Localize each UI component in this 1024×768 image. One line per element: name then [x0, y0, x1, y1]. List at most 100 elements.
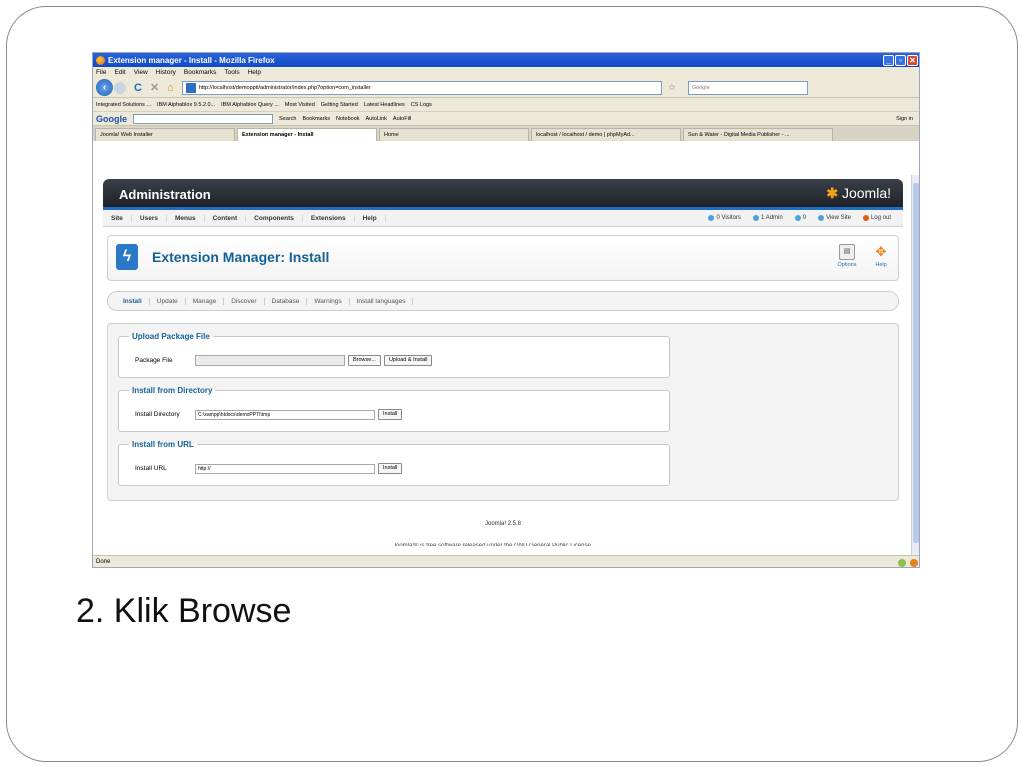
options-button[interactable]: ▤ Options: [832, 244, 862, 268]
admin-menu-content[interactable]: Content: [205, 214, 247, 222]
status-text: Done: [96, 559, 111, 565]
installer-subnav: Install Update Manage Discover Database …: [107, 291, 899, 311]
messages-count[interactable]: 0: [794, 214, 812, 221]
menu-help[interactable]: Help: [248, 69, 261, 76]
google-toolbar: Google Search Bookmarks Notebook AutoLin…: [93, 112, 919, 126]
menu-tools[interactable]: Tools: [224, 69, 239, 76]
directory-legend: Install from Directory: [132, 386, 213, 395]
menu-view[interactable]: View: [134, 69, 148, 76]
page-viewport: Administration ✱ Joomla! Site Users Menu…: [93, 175, 913, 555]
scrollbar-thumb[interactable]: [913, 183, 919, 543]
url-text: http://localhost/demoppti/administrator/…: [198, 84, 371, 91]
admin-menu-extensions[interactable]: Extensions: [303, 214, 355, 222]
google-search-button[interactable]: Search: [279, 116, 296, 122]
admin-menu: Site Users Menus Content Components Exte…: [103, 210, 903, 227]
admin-menu-help[interactable]: Help: [355, 214, 386, 222]
admin-status: 0 Visitors 1 Admin 0 View Site Log out: [708, 214, 903, 221]
google-logo: Google: [96, 113, 127, 124]
upload-package-fieldset: Upload Package File Package File Browse.…: [118, 332, 670, 378]
logout-link[interactable]: Log out: [862, 214, 897, 221]
mail-icon: [794, 214, 801, 221]
admin-header: Administration ✱ Joomla!: [103, 179, 903, 207]
navigation-toolbar: ‹ C ✕ ⌂ http://localhost/demoppti/admini…: [93, 78, 919, 98]
options-icon: ▤: [839, 244, 855, 260]
install-url-row: Install URL http:// Install: [135, 463, 403, 474]
tab-phpmyadmin[interactable]: localhost / localhost / demo | phpMyAd..…: [531, 128, 681, 141]
admin-menu-menus[interactable]: Menus: [167, 214, 205, 222]
menu-bookmarks[interactable]: Bookmarks: [184, 69, 217, 76]
back-icon[interactable]: ‹: [96, 79, 113, 96]
install-directory-button[interactable]: Install: [378, 409, 403, 420]
visitors-count: 0 Visitors: [708, 214, 747, 221]
footer-version: Joomla! 2.5.8: [484, 521, 522, 527]
menu-file[interactable]: File: [96, 69, 106, 76]
status-bar: Done: [93, 555, 919, 567]
admin-title: Administration: [119, 187, 211, 202]
url-bar[interactable]: http://localhost/demoppti/administrator/…: [181, 80, 662, 95]
tab-install-languages[interactable]: Install languages: [350, 297, 414, 305]
stop-icon[interactable]: ✕: [150, 81, 159, 94]
search-input[interactable]: Google: [687, 80, 808, 95]
tab-discover[interactable]: Discover: [224, 297, 265, 305]
tab-manage[interactable]: Manage: [186, 297, 225, 305]
admin-menu-site[interactable]: Site: [103, 214, 132, 222]
bookmark-item[interactable]: Most Visited: [285, 102, 315, 108]
visitors-icon: [708, 214, 715, 221]
options-label: Options: [837, 262, 857, 268]
tab-home[interactable]: Home: [379, 128, 529, 141]
admin-count: 1 Admin: [753, 214, 789, 221]
tab-strip: Joomla! Web Installer Extension manager …: [93, 126, 919, 141]
slide-caption: 2. Klik Browse: [76, 592, 292, 630]
google-autofill-button[interactable]: AutoFill: [393, 116, 411, 122]
firebug-icon[interactable]: [910, 559, 918, 567]
footer-license: Joomla!® is free software released under…: [393, 543, 593, 546]
tab-extension-manager[interactable]: Extension manager - Install: [237, 128, 377, 141]
bookmark-item[interactable]: Getting Started: [321, 102, 358, 108]
tab-warnings[interactable]: Warnings: [307, 297, 350, 305]
addon-icon[interactable]: [898, 559, 906, 567]
admin-menu-components[interactable]: Components: [246, 214, 303, 222]
menu-history[interactable]: History: [156, 69, 176, 76]
vertical-scrollbar[interactable]: [911, 175, 919, 555]
install-url-button[interactable]: Install: [378, 463, 403, 474]
install-directory-input[interactable]: C:\xampp\htdocs\demoPPTI\tmp: [195, 409, 375, 420]
upload-legend: Upload Package File: [132, 332, 210, 341]
google-notebook-button[interactable]: Notebook: [336, 116, 360, 122]
help-button[interactable]: ✥ Help: [866, 244, 896, 268]
logout-icon: [862, 214, 869, 221]
close-icon[interactable]: ✕: [907, 54, 918, 66]
upload-install-button[interactable]: Upload & Install: [383, 355, 433, 366]
google-search-input[interactable]: [133, 113, 273, 124]
home-icon[interactable]: ⌂: [167, 82, 174, 94]
page-title: Extension Manager: Install: [152, 249, 330, 265]
install-url-input[interactable]: http://: [195, 463, 375, 474]
reload-icon[interactable]: C: [134, 82, 142, 94]
google-bookmarks-button[interactable]: Bookmarks: [302, 116, 330, 122]
bookmark-item[interactable]: CS Logs: [411, 102, 432, 108]
bookmark-item[interactable]: IBM Alphablox 9.5.2.0...: [157, 102, 215, 108]
package-file-field[interactable]: [195, 355, 345, 366]
bookmark-item[interactable]: Integrated Solutions ...: [96, 102, 151, 108]
tab-joomla-installer[interactable]: Joomla! Web Installer: [95, 128, 235, 141]
admin-menu-users[interactable]: Users: [132, 214, 167, 222]
google-autolink-button[interactable]: AutoLink: [366, 116, 387, 122]
install-directory-label: Install Directory: [135, 411, 180, 418]
install-url-fieldset: Install from URL Install URL http:// Ins…: [118, 440, 670, 486]
menu-edit[interactable]: Edit: [114, 69, 125, 76]
view-site-link[interactable]: View Site: [818, 214, 857, 221]
maximize-icon[interactable]: ▫: [895, 54, 906, 66]
tab-database[interactable]: Database: [265, 297, 308, 305]
help-label: Help: [875, 262, 887, 268]
bookmark-item[interactable]: IBM Alphablox Query ...: [221, 102, 279, 108]
tab-update[interactable]: Update: [150, 297, 186, 305]
minimize-icon[interactable]: _: [883, 54, 894, 66]
google-signin-button[interactable]: Sign in: [896, 116, 913, 122]
forward-icon[interactable]: [114, 81, 126, 94]
bookmark-item[interactable]: Latest Headlines: [364, 102, 405, 108]
tab-sun-water[interactable]: Sun & Water - Digital Media Publisher - …: [683, 128, 833, 141]
tab-install[interactable]: Install: [116, 297, 150, 305]
joomla-logo-text: Joomla!: [841, 185, 891, 201]
url-legend: Install from URL: [132, 440, 194, 449]
browse-button[interactable]: Browse...: [348, 355, 381, 366]
bookmark-star-icon[interactable]: ☆: [668, 82, 676, 93]
